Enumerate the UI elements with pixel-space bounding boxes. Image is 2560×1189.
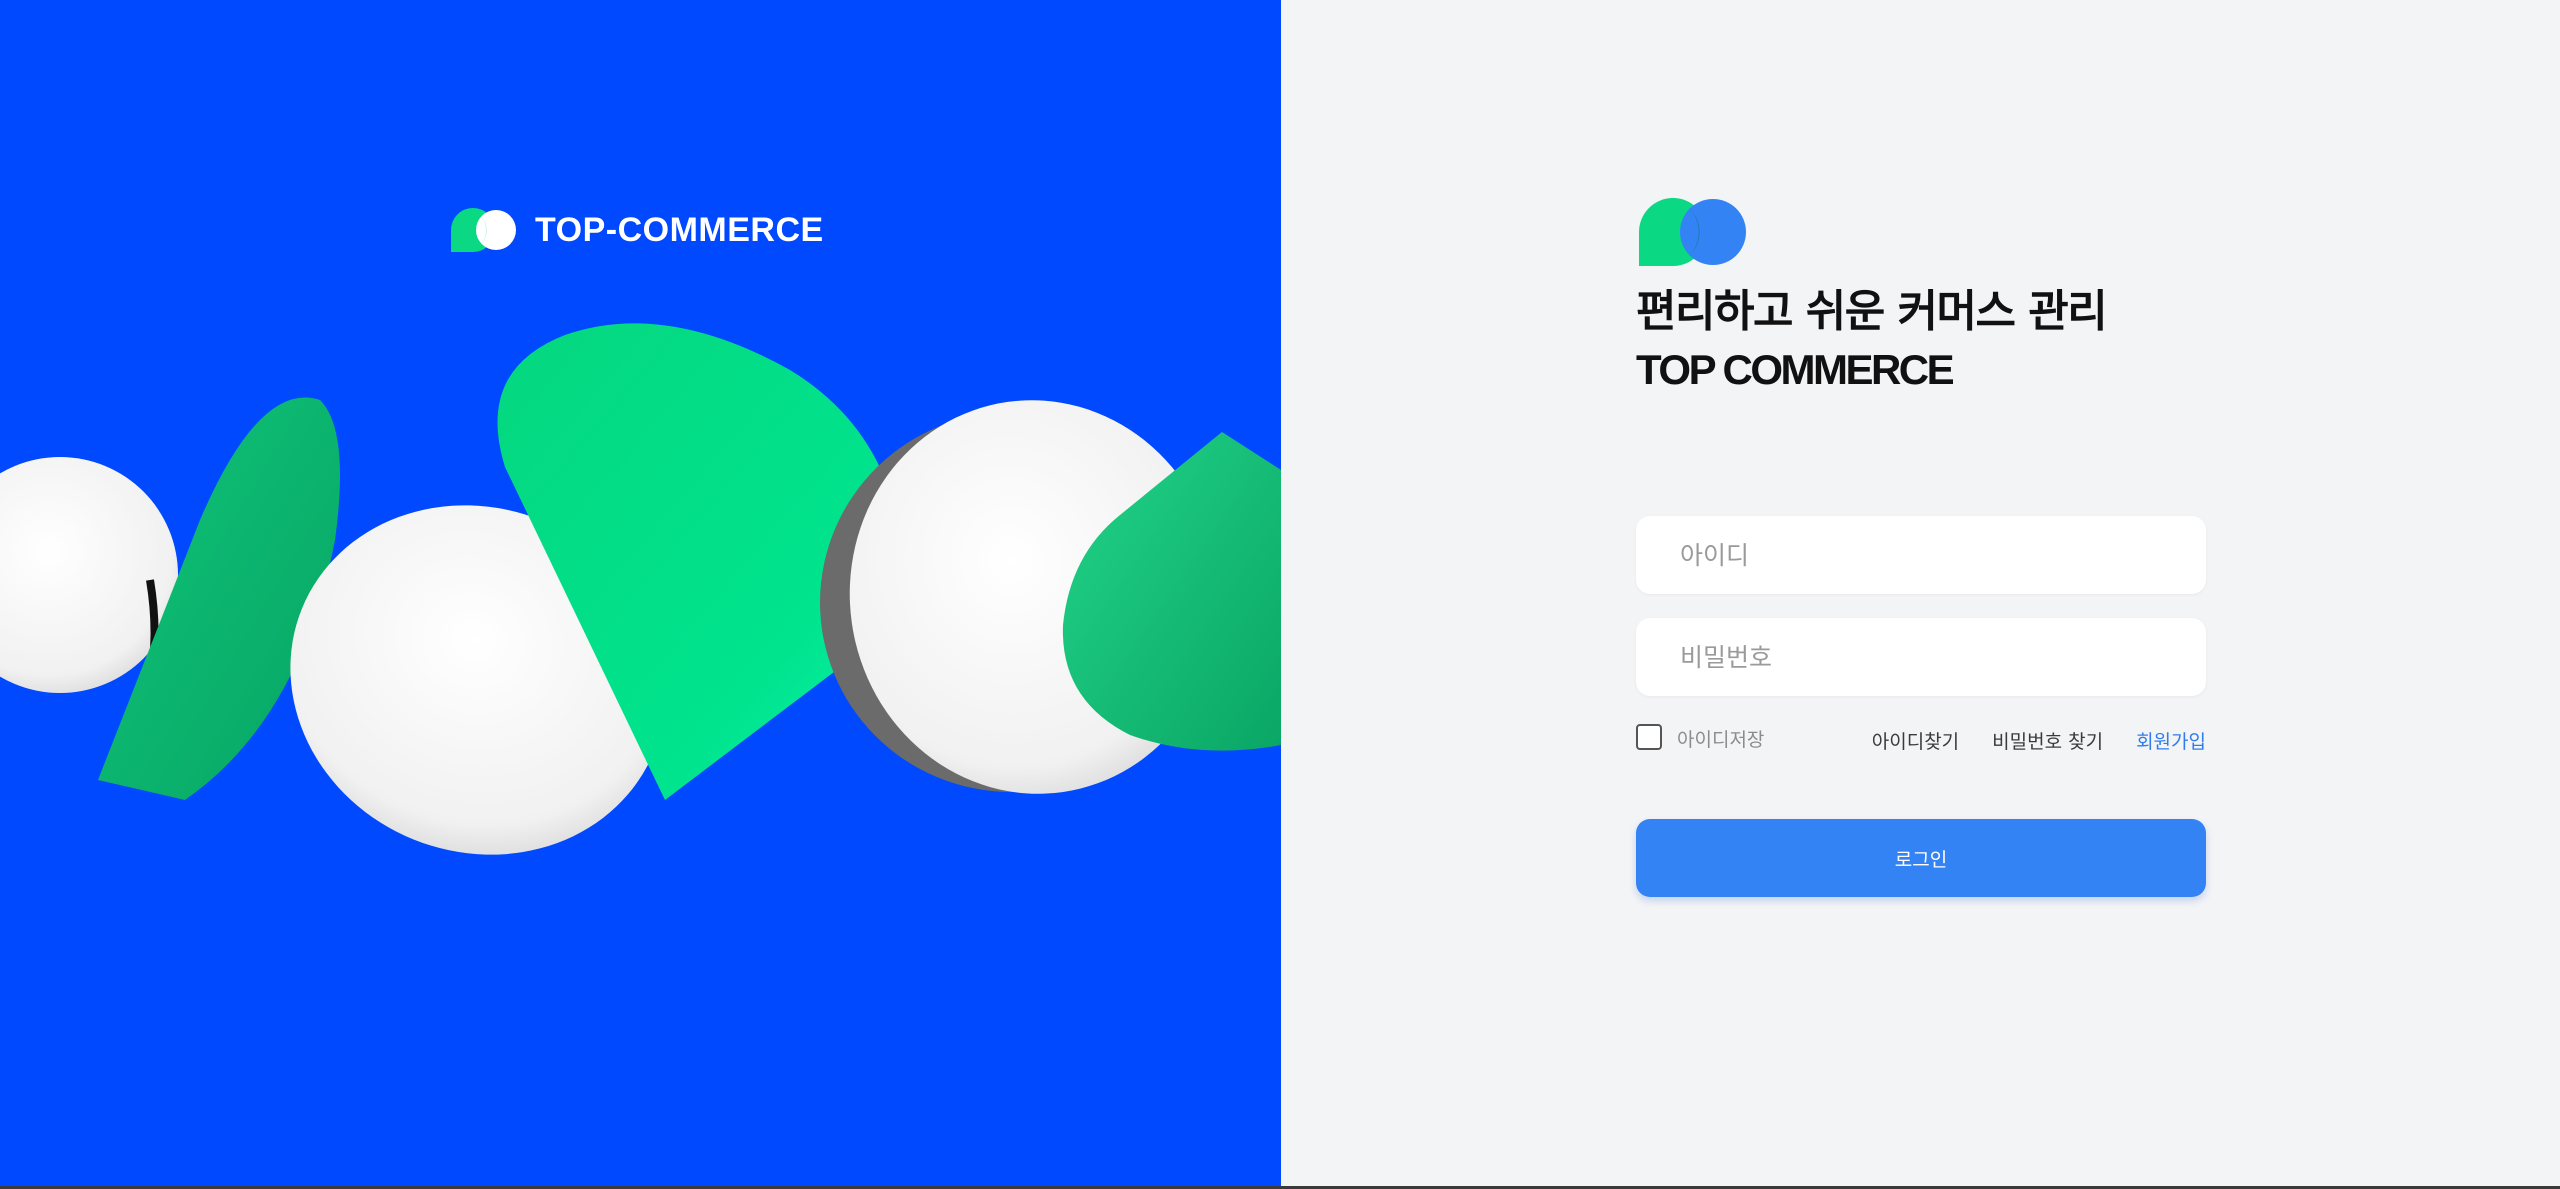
login-button[interactable]: 로그인 [1636,819,2206,897]
brand-logo: TOP-COMMERCE [449,206,824,254]
account-links: 아이디찾기 비밀번호 찾기 회원가입 [1839,727,2206,754]
password-input[interactable] [1636,618,2206,696]
hero-bubbles-illustration [0,323,1281,855]
remember-id-option[interactable]: 아이디저장 [1636,723,1765,752]
id-input[interactable] [1636,516,2206,594]
id-field-container [1636,516,2206,594]
login-options-row: 아이디저장 아이디찾기 비밀번호 찾기 회원가입 [1636,723,2206,755]
hero-panel: TOP-COMMERCE [0,0,1281,1186]
signup-link[interactable]: 회원가입 [2136,727,2206,754]
brand-name: TOP-COMMERCE [535,210,824,249]
remember-id-checkbox[interactable] [1636,723,1662,750]
brand-mark-icon [451,208,516,252]
headline-title: TOP COMMERCE [1636,346,1955,393]
logo-icon [1639,198,1746,266]
page-headline: 편리하고 쉬운 커머스 관리 TOP COMMERCE [1636,282,2108,398]
headline-subtitle: 편리하고 쉬운 커머스 관리 [1636,286,2108,337]
find-id-link[interactable]: 아이디찾기 [1872,727,1959,754]
find-password-link[interactable]: 비밀번호 찾기 [1992,727,2103,754]
password-field-container [1636,618,2206,696]
remember-id-label: 아이디저장 [1677,729,1765,751]
